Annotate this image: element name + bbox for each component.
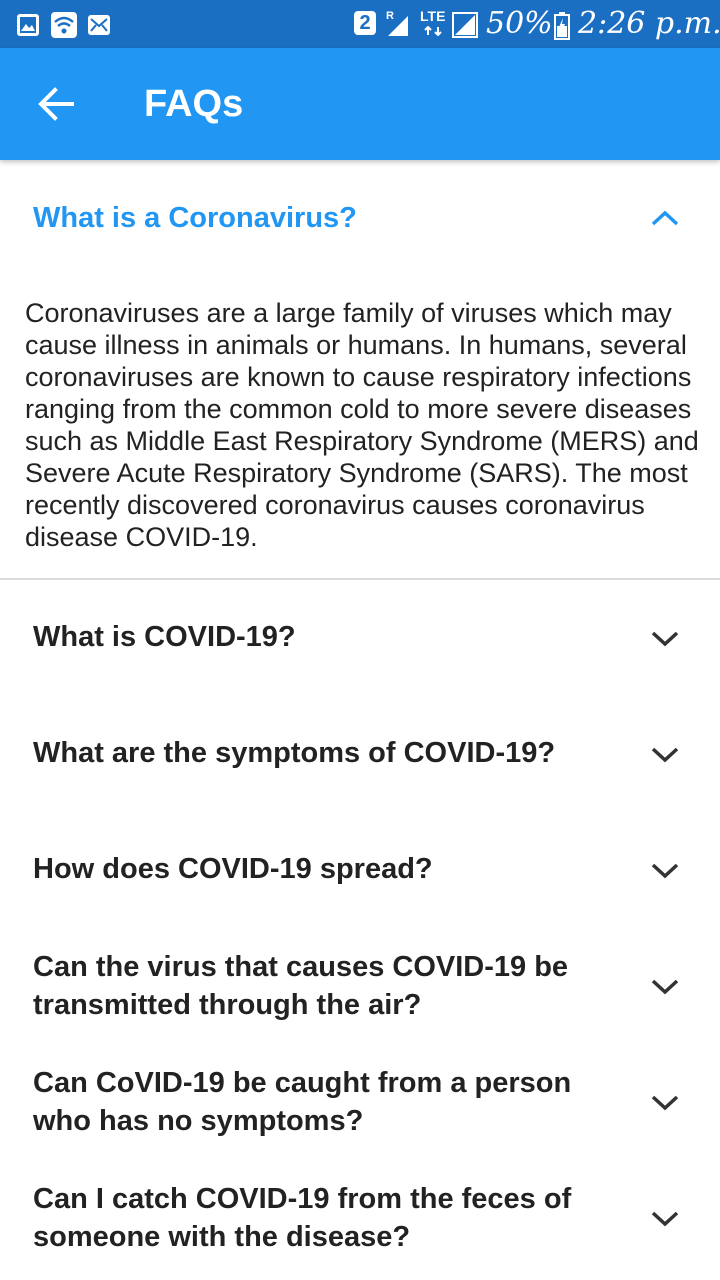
chevron-down-icon[interactable] bbox=[648, 628, 682, 648]
clock: 2:26 p.m. bbox=[578, 6, 720, 41]
faq-question: How does COVID-19 spread? bbox=[33, 853, 433, 885]
faq-question: What is a Coronavirus? bbox=[33, 202, 357, 234]
faq-item-feces[interactable]: Can I catch COVID-19 from the feces of s… bbox=[0, 1160, 720, 1276]
faq-item-airborne[interactable]: Can the virus that causes COVID-19 be tr… bbox=[0, 928, 720, 1044]
chevron-up-icon[interactable] bbox=[648, 208, 682, 228]
faq-question: What are the symptoms of COVID-19? bbox=[33, 737, 556, 769]
status-bar: 2 R LTE 50% 2:26 p.m. bbox=[0, 0, 720, 48]
arrow-back-icon bbox=[38, 87, 74, 121]
faq-question: What is COVID-19? bbox=[33, 621, 296, 653]
faq-item-spread[interactable]: How does COVID-19 spread? bbox=[0, 812, 720, 928]
wifi-icon bbox=[51, 12, 77, 38]
chevron-down-icon[interactable] bbox=[648, 1092, 682, 1112]
faq-item-symptoms[interactable]: What are the symptoms of COVID-19? bbox=[0, 696, 720, 812]
sim-slot-badge: 2 bbox=[354, 11, 376, 35]
network-type-label: LTE bbox=[420, 8, 446, 24]
chevron-down-icon[interactable] bbox=[648, 744, 682, 764]
faq-question: Can CoVID-19 be caught from a person who… bbox=[33, 1067, 572, 1137]
faq-question: Can I catch COVID-19 from the feces of s… bbox=[33, 1183, 572, 1253]
cell-signal-icon bbox=[388, 16, 408, 36]
faq-item-coronavirus[interactable]: What is a Coronavirus? bbox=[0, 160, 720, 280]
lte-arrows-icon bbox=[424, 26, 442, 36]
faq-item-what-is-covid[interactable]: What is COVID-19? bbox=[0, 580, 720, 696]
chevron-down-icon[interactable] bbox=[648, 1208, 682, 1228]
image-notification-icon bbox=[17, 14, 39, 36]
faq-answer: Coronaviruses are a large family of viru… bbox=[25, 298, 699, 552]
battery-charging-icon bbox=[554, 12, 570, 40]
page-title: FAQs bbox=[144, 83, 244, 125]
faq-item-asymptomatic[interactable]: Can CoVID-19 be caught from a person who… bbox=[0, 1044, 720, 1160]
cell-signal-2-icon bbox=[452, 12, 478, 38]
battery-percentage: 50% bbox=[486, 6, 553, 41]
back-button[interactable] bbox=[20, 68, 92, 140]
faq-question: Can the virus that causes COVID-19 be tr… bbox=[33, 951, 569, 1021]
chevron-down-icon[interactable] bbox=[648, 860, 682, 880]
chevron-down-icon[interactable] bbox=[648, 976, 682, 996]
app-bar: FAQs bbox=[0, 48, 720, 160]
mail-icon bbox=[88, 15, 110, 35]
